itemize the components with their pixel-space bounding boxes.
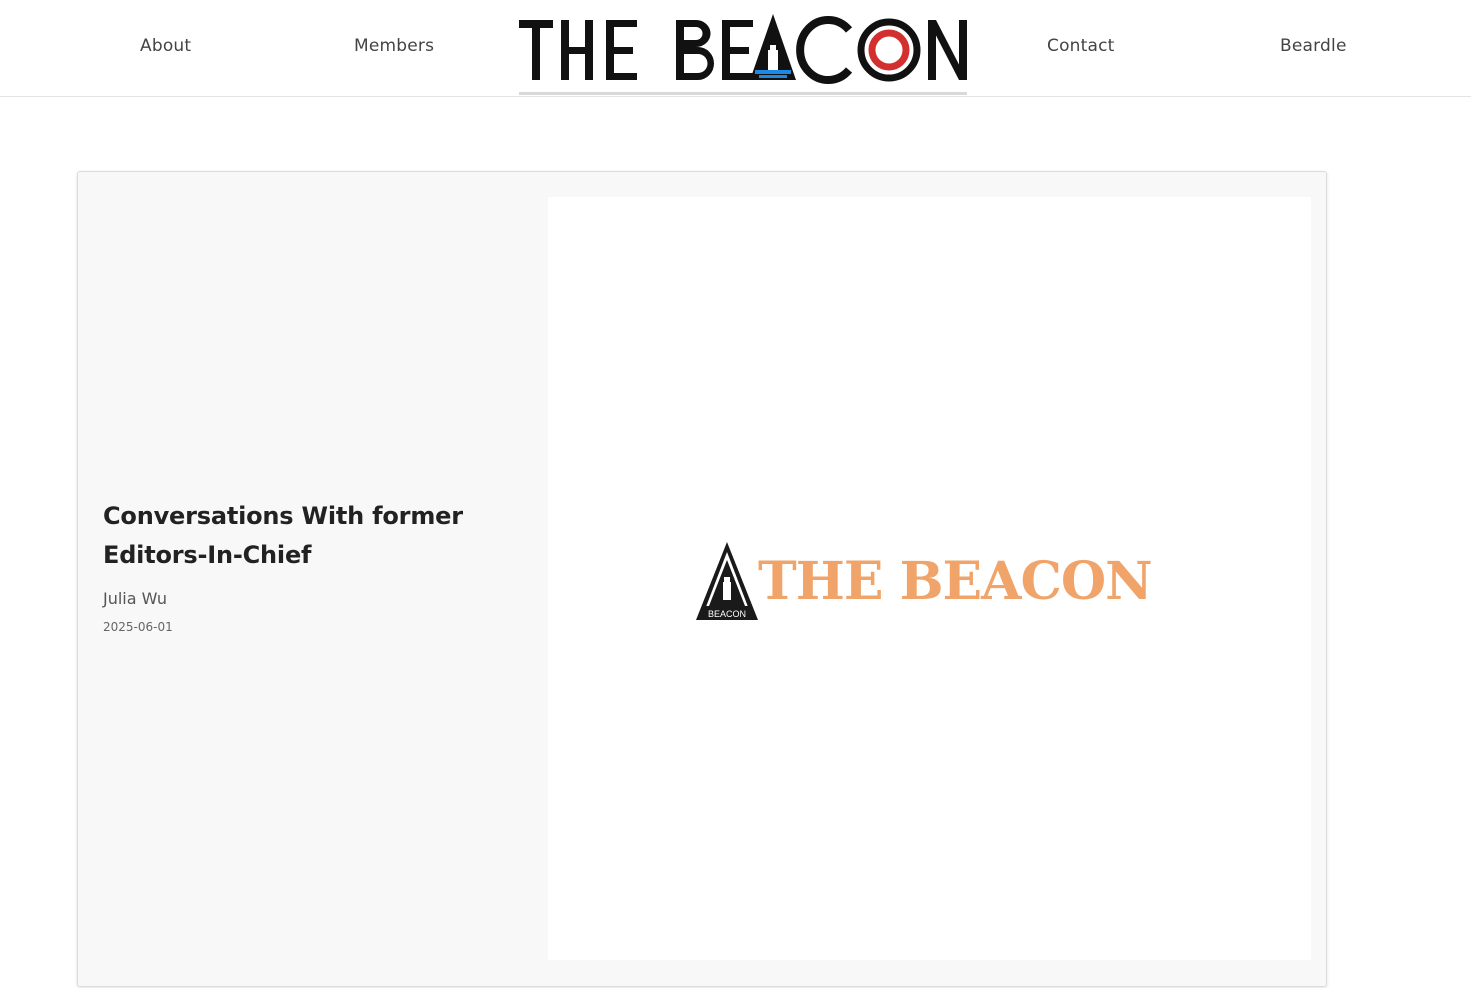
nav-link-beardle[interactable]: Beardle [1280, 36, 1347, 56]
thumbnail-badge-text: BEACON [708, 609, 746, 619]
article-text: Conversations With former Editors-In-Chi… [103, 497, 503, 634]
thumbnail-logo-text: THE BEACON [758, 551, 1153, 612]
article-thumbnail[interactable]: BEACON THE BEACON [548, 197, 1311, 960]
site-logo[interactable] [519, 14, 967, 96]
article-title[interactable]: Conversations With former Editors-In-Chi… [103, 497, 503, 575]
lighthouse-triangle-icon: BEACON [696, 542, 758, 620]
nav-link-contact[interactable]: Contact [1047, 36, 1115, 56]
top-navigation: About Members Contact Beardle [0, 0, 1471, 97]
article-card[interactable]: Conversations With former Editors-In-Chi… [77, 171, 1327, 987]
logo-underline [519, 92, 967, 95]
article-author: Julia Wu [103, 589, 168, 608]
thumbnail-logo: BEACON THE BEACON [696, 537, 1166, 627]
nav-link-members[interactable]: Members [354, 36, 434, 56]
nav-link-about[interactable]: About [140, 36, 191, 56]
article-date: 2025-06-01 [103, 620, 173, 634]
site-logo-image [519, 14, 967, 84]
